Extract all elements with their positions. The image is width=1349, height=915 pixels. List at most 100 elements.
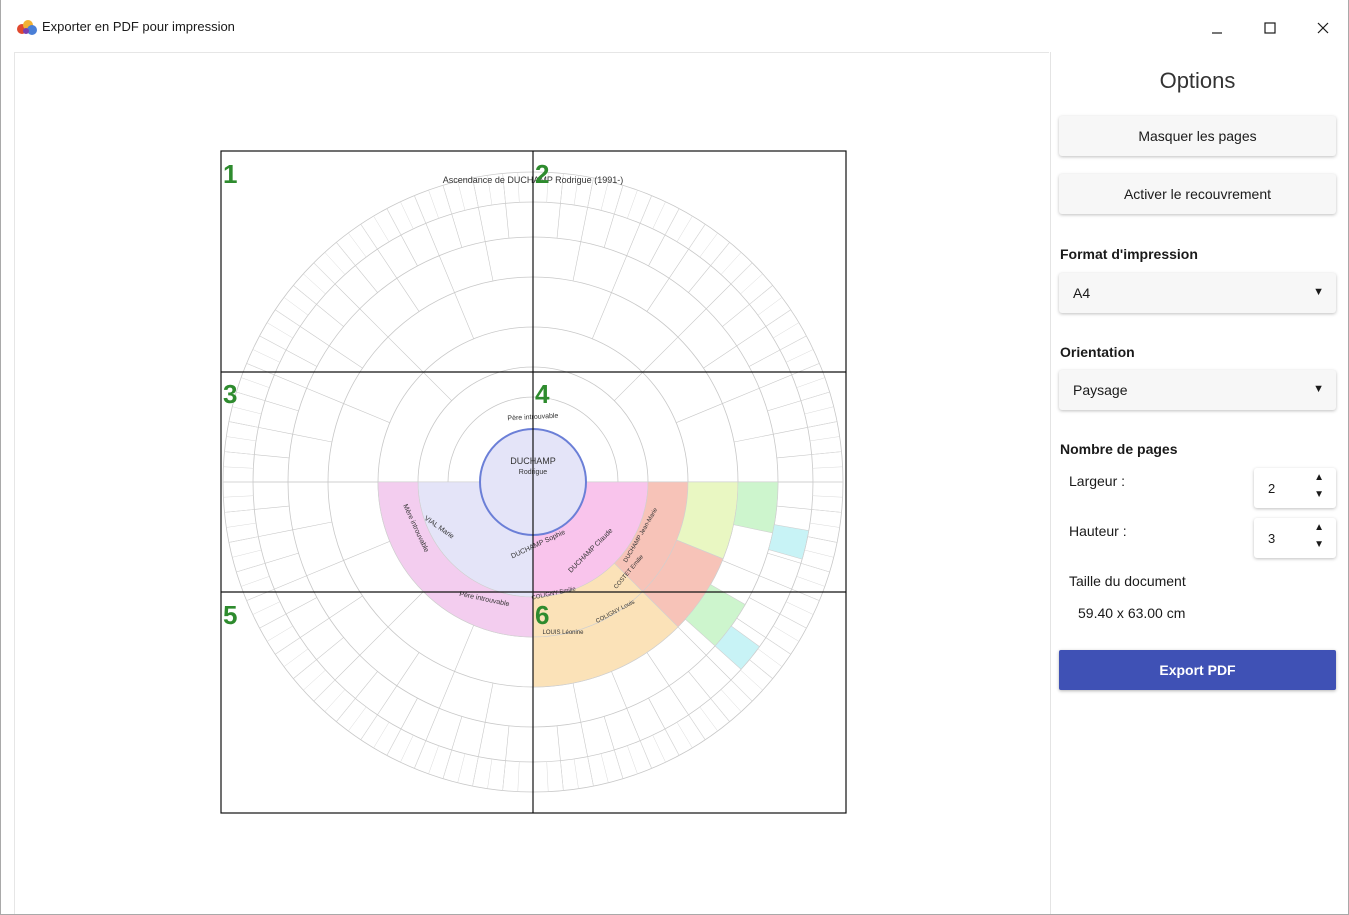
decrement-icon[interactable]: ▼	[1314, 489, 1324, 500]
fan-outer-tick	[796, 377, 825, 388]
fan-outer-tick	[639, 195, 652, 224]
fan-outer-tick	[652, 201, 666, 229]
options-panel: Options Masquer les pages Activer le rec…	[1050, 52, 1344, 914]
fan-outer-tick	[791, 363, 820, 376]
fan-spoke	[722, 387, 760, 404]
fan-outer-tick	[710, 242, 730, 266]
sector-green	[733, 481, 779, 534]
increment-icon[interactable]: ▲	[1314, 472, 1324, 483]
print-format-select[interactable]: A4 ▼	[1059, 273, 1336, 313]
fan-outer-tick	[779, 335, 807, 351]
height-stepper[interactable]: 3 ▲ ▼	[1254, 518, 1336, 558]
fan-outer-tick	[252, 349, 280, 363]
fan-outer-tick	[232, 549, 262, 558]
chevron-down-icon: ▼	[1313, 286, 1324, 298]
fan-outer-tick	[639, 740, 652, 769]
fan-outer-tick	[765, 637, 791, 655]
fan-spoke	[387, 591, 424, 628]
app-logo-icon	[17, 20, 37, 35]
fan-outer-tick	[560, 760, 564, 791]
fan-outer-tick	[283, 648, 309, 667]
fan-spoke	[359, 308, 389, 338]
fan-spoke	[676, 403, 723, 423]
fan-outer-tick	[324, 252, 346, 275]
fan-spoke	[343, 541, 390, 561]
maximize-button[interactable]	[1247, 10, 1293, 46]
orientation-value: Paysage	[1073, 382, 1128, 398]
width-stepper[interactable]: 2 ▲ ▼	[1254, 468, 1336, 508]
fan-outer-tick	[730, 262, 753, 285]
fan-outer-tick	[487, 758, 493, 789]
orientation-select[interactable]: Paysage ▼	[1059, 370, 1336, 410]
fan-spoke	[677, 308, 707, 338]
fan-outer-tick	[442, 749, 452, 779]
fan-outer-tick	[811, 509, 842, 513]
fan-outer-tick	[275, 309, 301, 327]
fan-outer-tick	[241, 576, 270, 587]
page-number-6: 6	[535, 600, 549, 630]
fan-outer-tick	[228, 536, 259, 543]
increment-icon[interactable]: ▲	[1314, 522, 1324, 533]
minimize-button[interactable]	[1194, 10, 1240, 46]
fan-outer-tick	[664, 728, 680, 756]
fan-outer-tick	[414, 740, 427, 769]
fan-outer-tick	[809, 522, 840, 528]
page-count-label: Nombre de pages	[1060, 441, 1178, 457]
fan-outer-tick	[614, 185, 624, 215]
fan-outer-tick	[336, 698, 356, 722]
width-value: 2	[1268, 481, 1276, 496]
fan-spoke	[703, 345, 737, 369]
fan-outer-tick	[809, 436, 840, 442]
page-number-4: 4	[535, 379, 550, 409]
fan-spoke	[642, 336, 679, 373]
fan-spoke	[306, 387, 344, 404]
fan-outer-tick	[457, 753, 466, 783]
fan-outer-tick	[414, 195, 427, 224]
fan-spoke	[396, 652, 420, 686]
fan-outer-tick	[223, 466, 254, 469]
enable-overlap-button[interactable]: Activer le recouvrement	[1059, 174, 1336, 214]
fan-outer-tick	[699, 706, 718, 732]
fan-outer-tick	[313, 679, 336, 702]
fan-outer-tick	[283, 297, 309, 316]
fan-spoke	[646, 652, 670, 686]
fan-outer-tick	[336, 242, 356, 266]
print-format-value: A4	[1073, 285, 1091, 301]
fan-spoke	[292, 521, 332, 531]
fan-spoke	[454, 292, 474, 339]
fan-outer-tick	[313, 262, 336, 285]
fan-outer-tick	[600, 753, 609, 783]
fan-outer-tick	[688, 714, 706, 740]
fan-spoke	[387, 336, 424, 373]
fan-outer-tick	[804, 406, 834, 415]
fan-spoke	[329, 345, 363, 369]
fan-outer-tick	[360, 714, 378, 740]
fan-outer-tick	[740, 273, 763, 295]
fan-outer-tick	[348, 232, 367, 258]
fan-outer-tick	[804, 549, 834, 558]
decrement-icon[interactable]: ▼	[1314, 539, 1324, 550]
fan-outer-tick	[807, 421, 838, 428]
fan-outer-tick	[786, 601, 814, 615]
export-pdf-button[interactable]: Export PDF	[1059, 650, 1336, 690]
fan-outer-tick	[259, 613, 287, 629]
page-number-3: 3	[223, 379, 237, 409]
fan-outer-tick	[266, 625, 293, 642]
fan-spoke	[343, 403, 390, 423]
fan-outer-tick	[472, 756, 479, 787]
fan-spoke	[646, 278, 670, 312]
fan-chart-preview: DUCHAMP Rodrigue Ascendance de DUCHAMP R…	[220, 150, 847, 814]
fan-outer-tick	[348, 706, 367, 732]
close-button[interactable]	[1300, 10, 1346, 46]
fan-outer-tick	[442, 185, 452, 215]
page-number-1: 1	[223, 159, 237, 189]
fan-outer-tick	[252, 601, 280, 615]
print-preview-pane: DUCHAMP Rodrigue Ascendance de DUCHAMP R…	[14, 52, 1049, 914]
fan-outer-tick	[293, 659, 317, 679]
fan-outer-tick	[720, 252, 742, 275]
fan-outer-tick	[749, 285, 773, 305]
fan-outer-tick	[226, 522, 257, 528]
fan-outer-tick	[226, 436, 257, 442]
hide-pages-button[interactable]: Masquer les pages	[1059, 116, 1336, 156]
print-format-label: Format d'impression	[1060, 246, 1198, 262]
